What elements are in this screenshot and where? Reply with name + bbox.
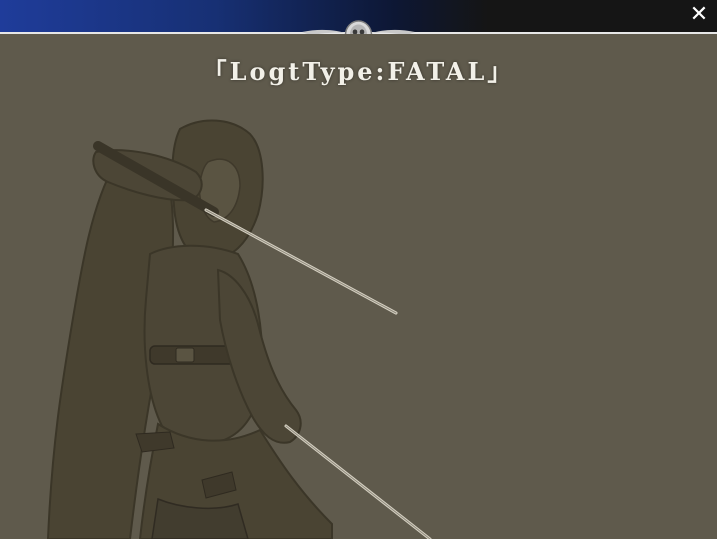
game-window: ✕ 「LogtType:FATAL」 <box>0 0 717 539</box>
dialog-title: 「LogtType:FATAL」 <box>202 57 515 86</box>
close-icon[interactable]: ✕ <box>687 3 711 27</box>
hooded-swordsman-illustration <box>46 119 432 539</box>
dialog-content: 「LogtType:FATAL」 <box>0 34 717 539</box>
